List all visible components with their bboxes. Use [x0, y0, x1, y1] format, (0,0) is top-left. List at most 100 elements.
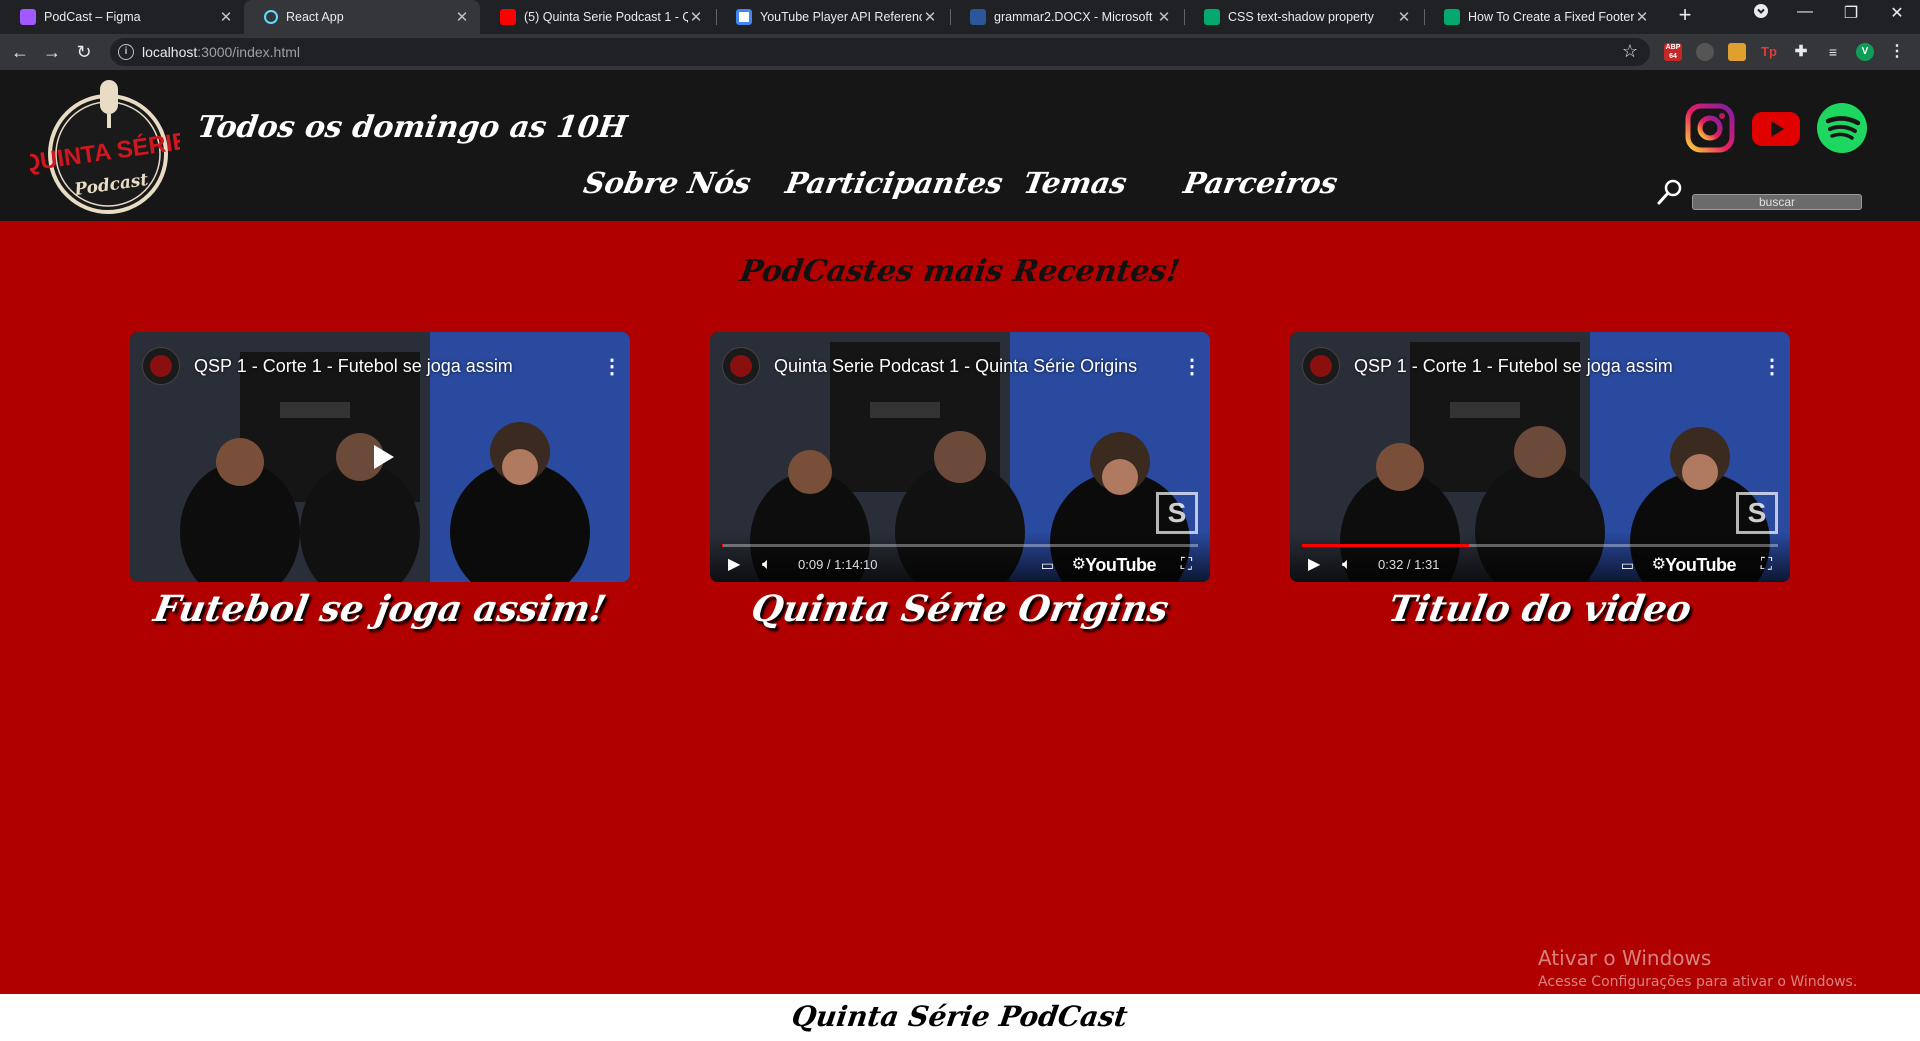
tab-fixed-footer[interactable]: How To Create a Fixed Footer ✕ [1424, 0, 1660, 34]
extension-screenshot-icon[interactable] [1728, 43, 1746, 61]
video-title[interactable]: QSP 1 - Corte 1 - Futebol se joga assim [194, 356, 602, 377]
settings-icon[interactable]: ⚙ [1072, 554, 1086, 574]
address-bar[interactable]: i localhost:3000/index.html ☆ [110, 38, 1650, 66]
video-header: QSP 1 - Corte 1 - Futebol se joga assim … [1302, 346, 1782, 386]
fullscreen-icon[interactable]: ⛶ [1181, 556, 1192, 574]
tab-youtube[interactable]: (5) Quinta Serie Podcast 1 - Quin ✕ [480, 0, 714, 34]
progress-bar[interactable] [722, 544, 1198, 547]
tab-figma[interactable]: PodCast – Figma ✕ [0, 0, 244, 34]
time-display: 0:09 / 1:14:10 [798, 557, 878, 572]
progress-fill [722, 544, 723, 547]
video-header: QSP 1 - Corte 1 - Futebol se joga assim … [142, 346, 622, 386]
video-header: Quinta Serie Podcast 1 - Quinta Série Or… [722, 346, 1202, 386]
channel-watermark[interactable]: S [1736, 492, 1778, 534]
quinta-serie-logo[interactable]: QUINTA SÉRIE Podcast [30, 76, 180, 216]
close-icon[interactable]: ✕ [1156, 8, 1172, 26]
extensions-puzzle-icon[interactable]: ✚ [1792, 43, 1810, 61]
channel-watermark[interactable]: S [1156, 492, 1198, 534]
video-player[interactable]: QSP 1 - Corte 1 - Futebol se joga assim … [130, 332, 630, 582]
close-window-button[interactable]: ✕ [1882, 3, 1912, 23]
tab-word[interactable]: grammar2.DOCX - Microsoft Wo ✕ [950, 0, 1182, 34]
close-icon[interactable]: ✕ [1634, 8, 1650, 26]
play-icon[interactable] [374, 445, 394, 469]
reading-list-icon[interactable]: ≡ [1824, 43, 1842, 61]
restore-button[interactable]: ❐ [1836, 3, 1866, 23]
adblock-icon[interactable]: ABP 64 [1664, 43, 1682, 61]
nav-sobre-nos[interactable]: Sobre Nós [581, 166, 754, 200]
site-info-icon[interactable]: i [118, 44, 134, 60]
tab-youtube-api[interactable]: YouTube Player API Reference fo ✕ [716, 0, 948, 34]
browser-tab-bar: PodCast – Figma ✕ React App ✕ (5) Quinta… [0, 0, 1920, 34]
tab-search-icon[interactable] [1746, 3, 1776, 24]
search-input[interactable]: buscar [1692, 194, 1862, 210]
youtube-icon [500, 9, 516, 25]
new-tab-button[interactable]: + [1670, 2, 1700, 28]
video-caption: Titulo do video [1385, 588, 1695, 630]
player-controls: ▶ 🔈︎ 0:09 / 1:14:10 ▭ ⚙ YouTube ⛶ [710, 532, 1210, 582]
close-icon[interactable]: ✕ [454, 8, 470, 26]
nav-participantes[interactable]: Participantes [783, 166, 1006, 200]
extension-tp-icon[interactable]: Tp [1760, 43, 1778, 61]
video-player[interactable]: Quinta Serie Podcast 1 - Quinta Série Or… [710, 332, 1210, 582]
close-icon[interactable]: ✕ [218, 8, 234, 26]
channel-avatar[interactable] [1302, 347, 1340, 385]
url-text: localhost:3000/index.html [142, 44, 300, 60]
play-icon[interactable]: ▶ [1308, 554, 1320, 574]
nav-parceiros[interactable]: Parceiros [1181, 166, 1340, 200]
youtube-logo[interactable]: YouTube [1085, 555, 1156, 576]
settings-hd-icon[interactable]: ⚙ [1652, 554, 1666, 574]
fullscreen-icon[interactable]: ⛶ [1761, 556, 1772, 574]
footer-text: Quinta Série PodCast [790, 1000, 1130, 1033]
windows-activation-notice: Ativar o Windows Acesse Configurações pa… [1538, 946, 1857, 990]
tab-text-shadow[interactable]: CSS text-shadow property ✕ [1184, 0, 1422, 34]
tab-title: How To Create a Fixed Footer [1468, 10, 1634, 24]
back-icon[interactable]: ← [8, 40, 32, 64]
close-icon[interactable]: ✕ [922, 8, 938, 26]
volume-icon[interactable]: 🔈︎ [762, 556, 772, 574]
word-icon [970, 9, 986, 25]
video-caption: Quinta Série Origins [748, 588, 1172, 630]
slogan: Todos os domingo as 10H [195, 110, 630, 145]
tab-title: PodCast – Figma [44, 10, 141, 24]
play-icon[interactable]: ▶ [728, 554, 740, 574]
progress-bar[interactable] [1302, 544, 1778, 547]
section-title: PodCastes mais Recentes! [737, 254, 1183, 289]
forward-icon[interactable]: → [40, 40, 64, 64]
minimize-button[interactable]: — [1790, 3, 1820, 21]
google-icon [736, 9, 752, 25]
spotify-icon[interactable] [1816, 102, 1868, 154]
tab-title: YouTube Player API Reference fo [760, 10, 922, 24]
activation-subtitle: Acesse Configurações para ativar o Windo… [1538, 974, 1858, 990]
time-display: 0:32 / 1:31 [1378, 557, 1440, 572]
video-player[interactable]: QSP 1 - Corte 1 - Futebol se joga assim … [1290, 332, 1790, 582]
youtube-logo[interactable]: YouTube [1665, 555, 1736, 576]
profile-avatar[interactable]: V [1856, 43, 1874, 61]
site-footer: Quinta Série PodCast [0, 994, 1920, 1041]
tab-react-app[interactable]: React App ✕ [244, 0, 480, 34]
nav-temas[interactable]: Temas [1021, 166, 1130, 200]
captions-icon[interactable]: ▭ [1041, 557, 1054, 574]
tab-title: CSS text-shadow property [1228, 10, 1374, 24]
tab-title: (5) Quinta Serie Podcast 1 - Quin [524, 10, 688, 24]
reload-icon[interactable]: ↻ [72, 40, 96, 64]
video-title[interactable]: QSP 1 - Corte 1 - Futebol se joga assim [1354, 356, 1762, 377]
channel-avatar[interactable] [142, 347, 180, 385]
menu-icon[interactable]: ⋮ [1888, 43, 1906, 61]
captions-icon[interactable]: ▭ [1621, 557, 1634, 574]
react-icon [264, 10, 278, 24]
more-options-icon[interactable]: ⋮ [1182, 354, 1202, 379]
channel-avatar[interactable] [722, 347, 760, 385]
more-options-icon[interactable]: ⋮ [1762, 354, 1782, 379]
video-title[interactable]: Quinta Serie Podcast 1 - Quinta Série Or… [774, 356, 1182, 377]
close-icon[interactable]: ✕ [1396, 8, 1412, 26]
close-icon[interactable]: ✕ [688, 8, 704, 26]
search-icon[interactable] [1656, 178, 1684, 206]
extension-circle-icon[interactable] [1696, 43, 1714, 61]
instagram-icon[interactable] [1684, 102, 1736, 154]
w3schools-icon [1444, 9, 1460, 25]
youtube-icon[interactable] [1750, 102, 1802, 154]
volume-icon[interactable]: 🔈︎ [1342, 556, 1352, 574]
more-options-icon[interactable]: ⋮ [602, 354, 622, 379]
tab-title: grammar2.DOCX - Microsoft Wo [994, 10, 1156, 24]
bookmark-star-icon[interactable]: ☆ [1622, 41, 1638, 62]
